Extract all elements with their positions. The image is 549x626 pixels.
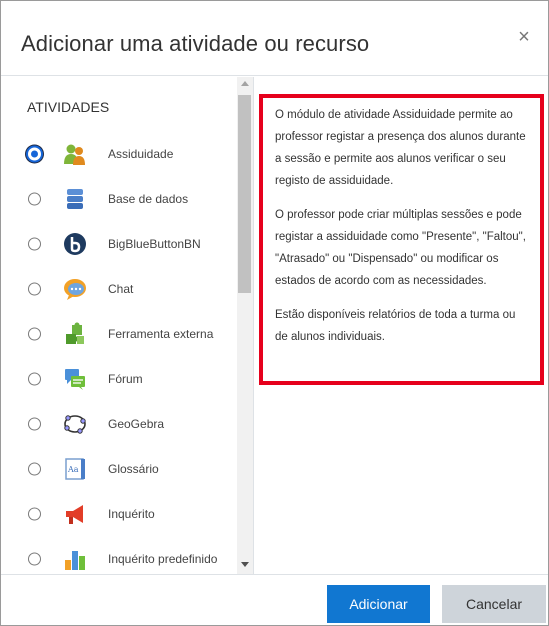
radio-button[interactable] (28, 237, 41, 250)
radio-button[interactable] (28, 372, 41, 385)
activity-label: Assiduidade (108, 146, 174, 161)
activity-item-inquerito[interactable]: Inquérito (1, 491, 237, 536)
radio-button[interactable] (26, 145, 43, 162)
dialog-title: Adicionar uma atividade ou recurso (21, 31, 370, 56)
puzzle-icon (66, 322, 84, 344)
activity-item-base-de-dados[interactable]: Base de dados (1, 176, 237, 221)
activity-description: O módulo de atividade Assiduidade permit… (259, 94, 544, 385)
svg-text:Aa: Aa (67, 465, 79, 474)
activity-item-bigbluebuttonbn[interactable]: BigBlueButtonBN (1, 221, 237, 266)
activity-label: Fórum (108, 371, 143, 386)
attendance-icon (64, 144, 85, 165)
megaphone-icon (66, 504, 83, 524)
cancel-button[interactable]: Cancelar (442, 585, 546, 623)
dialog-footer: Adicionar Cancelar (1, 574, 548, 626)
radio-button[interactable] (28, 417, 41, 430)
activity-label: Glossário (108, 461, 159, 476)
activity-label: Ferramenta externa (108, 326, 214, 341)
forum-icon (65, 368, 85, 390)
scroll-down-arrow-icon[interactable] (241, 562, 249, 567)
activity-label: Chat (108, 281, 134, 296)
section-heading-activities: ATIVIDADES (27, 99, 110, 115)
add-button[interactable]: Adicionar (327, 585, 430, 623)
description-paragraph: O módulo de atividade Assiduidade permit… (275, 109, 526, 187)
radio-button[interactable] (28, 192, 41, 205)
activity-item-assiduidade[interactable]: Assiduidade (1, 131, 237, 176)
description-paragraph: Estão disponíveis relatórios de toda a t… (275, 309, 516, 343)
bar-chart-icon (65, 550, 85, 570)
geogebra-icon (64, 414, 86, 434)
activity-item-glossario[interactable]: Aa Glossário (1, 446, 237, 491)
description-paragraph: O professor pode criar múltiplas sessões… (275, 209, 526, 287)
activity-item-chat[interactable]: Chat (1, 266, 237, 311)
activity-label: GeoGebra (108, 416, 165, 431)
glossary-icon: Aa (65, 457, 85, 480)
radio-button[interactable] (28, 462, 41, 475)
scroll-thumb[interactable] (238, 95, 251, 293)
activity-list: Assiduidade Base de dados BigBlueButtonB… (1, 131, 237, 574)
radio-button[interactable] (28, 507, 41, 520)
activity-label: Base de dados (108, 191, 189, 206)
dialog-header: Adicionar uma atividade ou recurso × (1, 1, 548, 76)
radio-button[interactable] (28, 552, 41, 565)
database-icon (67, 188, 83, 209)
bigbluebutton-icon (64, 232, 86, 255)
activity-list-scrollbar[interactable] (237, 77, 253, 574)
activity-item-inquerito-predefinido[interactable]: Inquérito predefinido (1, 536, 237, 574)
activity-label: BigBlueButtonBN (108, 236, 201, 251)
close-icon[interactable]: × (512, 25, 536, 49)
activity-label: Inquérito predefinido (108, 551, 218, 566)
add-activity-dialog: Adicionar uma atividade ou recurso × ATI… (0, 0, 549, 626)
scroll-up-arrow-icon[interactable] (241, 81, 249, 86)
radio-button[interactable] (28, 282, 41, 295)
activity-item-forum[interactable]: Fórum (1, 356, 237, 401)
radio-button[interactable] (28, 327, 41, 340)
chat-icon (64, 278, 86, 300)
activity-label: Inquérito (108, 506, 155, 521)
activity-item-ferramenta-externa[interactable]: Ferramenta externa (1, 311, 237, 356)
activity-chooser: ATIVIDADES Assiduidade Base de dados Big… (1, 77, 253, 574)
pane-divider (253, 77, 254, 574)
activity-item-geogebra[interactable]: GeoGebra (1, 401, 237, 446)
